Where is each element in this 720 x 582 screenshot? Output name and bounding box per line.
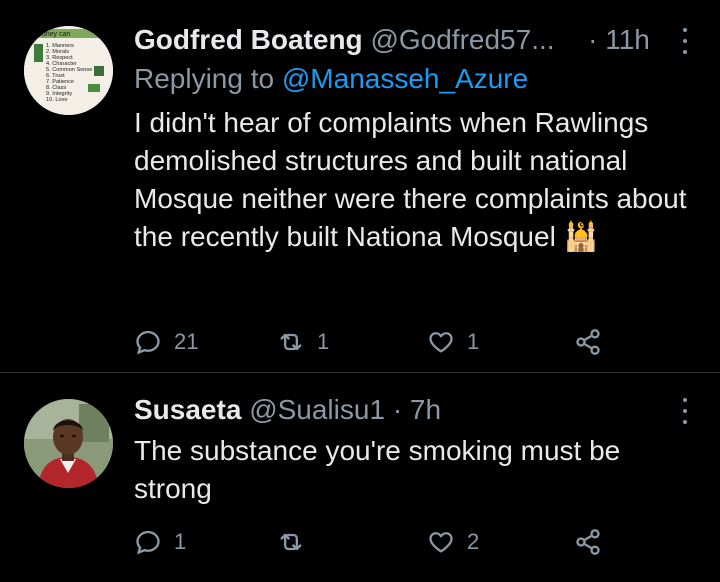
- tweet-header: Susaeta @Sualisu1 · 7h: [134, 392, 700, 428]
- like-count: 2: [467, 529, 480, 554]
- share-button[interactable]: [574, 325, 602, 359]
- more-icon[interactable]: [682, 28, 688, 54]
- mosque-emoji: 🕌: [563, 221, 599, 252]
- svg-text:10. Love: 10. Love: [46, 97, 67, 103]
- reply-count: 1: [174, 529, 187, 554]
- heart-icon: [429, 332, 453, 353]
- retweet-count: 1: [317, 329, 330, 354]
- tweet-text-content: I didn't hear of complaints when Rawling…: [134, 107, 687, 252]
- tweet-actions: 21 1 1: [134, 325, 614, 359]
- retweet-icon: [280, 333, 302, 351]
- replying-to: Replying to @Manasseh_Azure: [134, 62, 700, 96]
- replying-prefix: Replying to: [134, 63, 282, 94]
- timestamp[interactable]: 7h: [410, 394, 441, 425]
- avatar-caption: money can: [36, 31, 70, 38]
- reply-button[interactable]: 1: [134, 525, 186, 559]
- tweet-text: The substance you're smoking must be str…: [134, 432, 700, 508]
- tweet-actions: 1 2: [134, 525, 614, 559]
- avatar-image: money can 1. Manners 2. Morals 3. Respec…: [24, 26, 113, 115]
- tweet-text-content: The substance you're smoking must be str…: [134, 435, 621, 504]
- display-name[interactable]: Godfred Boateng: [134, 24, 363, 55]
- like-button[interactable]: 1: [427, 325, 479, 359]
- tweet-header: Godfred Boateng @Godfred57... · 11h: [134, 22, 700, 58]
- retweet-button[interactable]: [277, 525, 317, 559]
- reply-icon: [136, 330, 160, 355]
- tweet[interactable]: Susaeta @Sualisu1 · 7h The substance you…: [0, 372, 720, 582]
- tweet[interactable]: money can 1. Manners 2. Morals 3. Respec…: [0, 0, 720, 372]
- reply-count: 21: [174, 329, 199, 354]
- more-icon[interactable]: [682, 398, 688, 424]
- like-button[interactable]: 2: [427, 525, 479, 559]
- avatar[interactable]: money can 1. Manners 2. Morals 3. Respec…: [24, 26, 113, 115]
- display-name[interactable]: Susaeta: [134, 394, 241, 425]
- share-icon: [576, 529, 600, 555]
- retweet-icon: [280, 533, 302, 551]
- share-button[interactable]: [574, 525, 602, 559]
- like-count: 1: [467, 329, 480, 354]
- share-icon: [576, 329, 600, 355]
- avatar-image: [24, 399, 113, 488]
- heart-icon: [429, 532, 453, 553]
- separator-dot: ·: [392, 394, 403, 425]
- reply-icon: [136, 530, 160, 555]
- retweet-button[interactable]: 1: [277, 325, 329, 359]
- reply-button[interactable]: 21: [134, 325, 198, 359]
- user-handle[interactable]: @Sualisu1: [249, 394, 385, 425]
- tweet-text: I didn't hear of complaints when Rawling…: [134, 104, 700, 256]
- mention-link[interactable]: @Manasseh_Azure: [282, 63, 528, 94]
- timestamp[interactable]: 11h: [605, 24, 650, 55]
- separator-dot: ·: [588, 24, 598, 55]
- avatar[interactable]: [24, 399, 113, 488]
- user-handle[interactable]: @Godfred57...: [370, 24, 554, 55]
